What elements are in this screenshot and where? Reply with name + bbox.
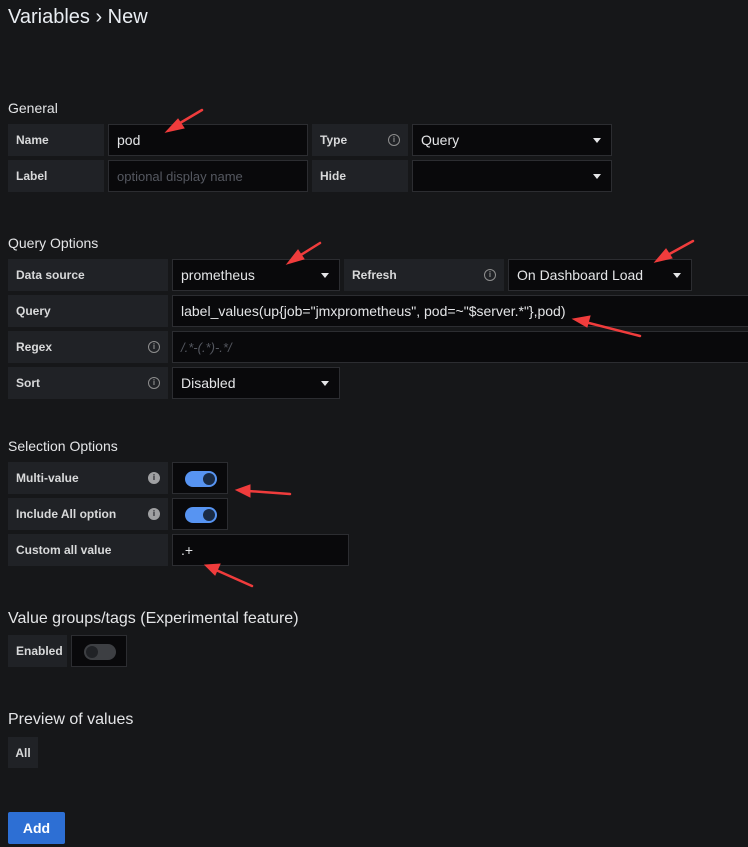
switch-knob [203, 473, 215, 485]
page-title: Variables › New [8, 6, 148, 28]
name-input[interactable]: pod [108, 124, 308, 156]
section-query-options-title: Query Options [8, 235, 99, 251]
caret-down-icon [673, 273, 681, 278]
enabled-label: Enabled [8, 635, 67, 667]
switch-track [185, 471, 217, 487]
custom-all-input[interactable]: .+ [172, 534, 349, 566]
regex-input[interactable]: /.*-(.*)-.*/ [172, 331, 748, 363]
hide-select[interactable] [412, 160, 612, 192]
type-label: Type i [312, 124, 408, 156]
info-icon[interactable]: i [148, 472, 160, 484]
datasource-select[interactable]: prometheus [172, 259, 340, 291]
section-selection-options-title: Selection Options [8, 438, 118, 454]
arrow-line [214, 568, 254, 588]
hide-label: Hide [312, 160, 408, 192]
sort-label: Sort i [8, 367, 168, 399]
label-input[interactable]: optional display name [108, 160, 308, 192]
section-value-groups-title: Value groups/tags (Experimental feature) [8, 610, 299, 627]
arrow-head [234, 484, 251, 498]
label-label: Label [8, 160, 104, 192]
query-input[interactable]: label_values(up{job="jmxprometheus", pod… [172, 295, 748, 327]
custom-all-label: Custom all value [8, 534, 168, 566]
info-icon[interactable]: i [148, 377, 160, 389]
switch-track [185, 507, 217, 523]
caret-down-icon [321, 381, 329, 386]
switch-track [84, 644, 116, 660]
regex-label: Regex i [8, 331, 168, 363]
info-icon[interactable]: i [484, 269, 496, 281]
include-all-toggle[interactable] [172, 498, 228, 530]
refresh-select[interactable]: On Dashboard Load [508, 259, 692, 291]
refresh-label: Refresh i [344, 259, 504, 291]
enabled-toggle[interactable] [71, 635, 127, 667]
info-icon[interactable]: i [148, 341, 160, 353]
caret-down-icon [593, 138, 601, 143]
caret-down-icon [321, 273, 329, 278]
arrow-line [246, 489, 292, 496]
switch-knob [86, 646, 98, 658]
arrow-line [294, 241, 322, 260]
type-select[interactable]: Query [412, 124, 612, 156]
info-icon[interactable]: i [388, 134, 400, 146]
arrow-line [662, 239, 695, 259]
multi-value-toggle[interactable] [172, 462, 228, 494]
multi-value-label: Multi-value i [8, 462, 168, 494]
name-label: Name [8, 124, 104, 156]
section-general-title: General [8, 100, 58, 116]
switch-knob [203, 509, 215, 521]
query-label: Query [8, 295, 168, 327]
section-preview-title: Preview of values [8, 711, 134, 728]
add-button[interactable]: Add [8, 812, 65, 844]
caret-down-icon [593, 174, 601, 179]
preview-value-tag: All [8, 737, 38, 768]
info-icon[interactable]: i [148, 508, 160, 520]
sort-select[interactable]: Disabled [172, 367, 340, 399]
include-all-label: Include All option i [8, 498, 168, 530]
datasource-label: Data source [8, 259, 168, 291]
